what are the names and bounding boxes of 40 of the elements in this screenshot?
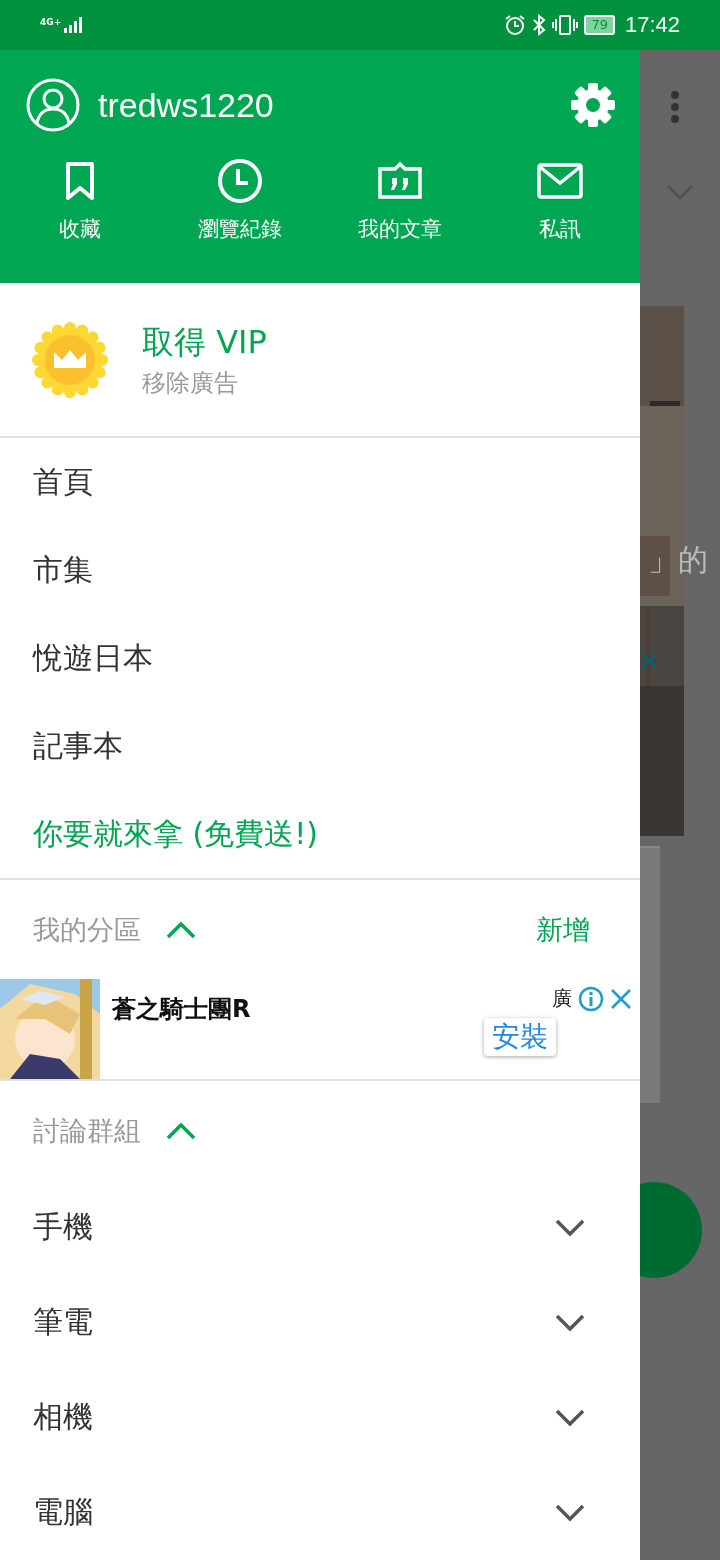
menu-item[interactable]: 記事本 [0,702,640,790]
quote-icon [377,161,423,201]
info-icon[interactable] [578,985,604,1012]
battery-indicator: 79 [584,15,615,35]
group-item[interactable]: 電腦 [33,1492,93,1533]
group-item[interactable]: 相機 [33,1397,93,1438]
expand-chevron-icon[interactable] [554,1407,586,1428]
close-icon [640,652,658,670]
ad-label: 廣 [552,985,572,1012]
install-button[interactable]: 安裝 [484,1018,556,1056]
close-icon[interactable] [610,987,632,1010]
clock-icon [217,158,263,204]
bookmark-icon [65,161,95,201]
vip-subtitle: 移除廣告 [142,367,239,399]
avatar-icon[interactable] [26,78,80,132]
expand-chevron-icon[interactable] [554,1312,586,1333]
crown-badge-icon [32,321,108,398]
alarm-icon [504,14,527,36]
menu-item[interactable]: 首頁 [0,438,640,526]
signal-icon [63,17,84,33]
bluetooth-icon [532,14,547,36]
vibrate-icon [552,14,579,36]
settings-icon[interactable] [570,82,616,128]
expand-chevron-icon[interactable] [554,1502,586,1523]
network-label: 4G+ [40,17,62,27]
collapse-chevron-icon[interactable] [165,919,197,940]
collapse-chevron-icon[interactable] [165,1120,197,1141]
ad-title[interactable]: 蒼之騎士團R [112,993,251,1079]
expand-chevron-icon[interactable] [554,1217,586,1238]
headline-text: 」的 [648,541,708,579]
group-item[interactable]: 手機 [33,1207,93,1248]
dimmed-backdrop[interactable]: 」的 [640,50,720,1560]
group-item[interactable]: 筆電 [33,1302,93,1343]
menu-item[interactable]: 悅遊日本 [0,614,640,702]
section-title: 討論群組 [33,1113,141,1148]
menu-item[interactable]: 市集 [0,526,640,614]
clock-time: 17:42 [624,12,680,38]
mail-icon [537,163,583,199]
section-title: 我的分區 [33,912,141,947]
more-icon [670,90,680,124]
